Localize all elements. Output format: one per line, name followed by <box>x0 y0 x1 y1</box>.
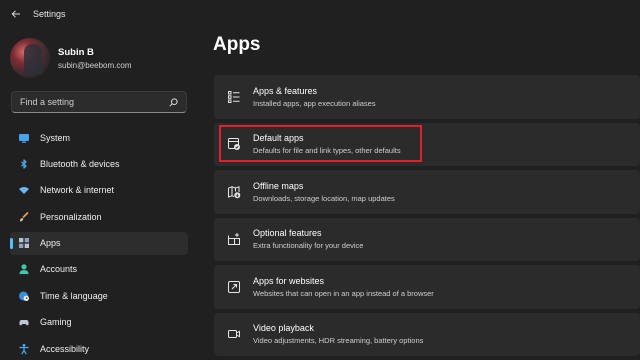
back-arrow-icon <box>11 10 20 18</box>
list-icon <box>226 89 242 105</box>
sidebar-item-accessibility[interactable]: Accessibility <box>10 337 188 360</box>
video-icon <box>226 326 242 342</box>
sidebar-item-bluetooth[interactable]: Bluetooth & devices <box>10 152 188 175</box>
card-title: Default apps <box>253 133 304 144</box>
sidebar-item-personalization[interactable]: Personalization <box>10 205 188 228</box>
monitor-icon <box>18 132 30 144</box>
card-optional-features[interactable]: Optional features Extra functionality fo… <box>214 217 640 261</box>
card-apps-features[interactable]: Apps & features Installed apps, app exec… <box>214 75 640 119</box>
sidebar-item-label: System <box>40 132 71 143</box>
card-subtitle: Defaults for file and link types, other … <box>253 146 401 156</box>
back-button[interactable] <box>2 0 30 28</box>
sidebar-item-apps[interactable]: Apps <box>10 231 188 255</box>
card-text: Default apps Defaults for file and link … <box>253 133 401 155</box>
card-apps-for-websites[interactable]: Apps for websites Websites that can open… <box>214 265 640 309</box>
wifi-icon <box>18 184 30 196</box>
sidebar-item-label: Apps <box>40 238 61 249</box>
card-video-playback[interactable]: Video playback Video adjustments, HDR st… <box>214 312 640 356</box>
sidebar-item-label: Time & language <box>40 290 108 301</box>
sidebar-item-label: Gaming <box>40 317 72 328</box>
sidebar-item-label: Accessibility <box>40 343 90 354</box>
globe-clock-icon <box>18 290 30 302</box>
card-subtitle: Extra functionality for your device <box>253 241 364 251</box>
default-apps-icon <box>226 136 242 152</box>
avatar[interactable] <box>10 38 50 78</box>
sidebar-item-label: Accounts <box>40 264 78 275</box>
sidebar-item-time-language[interactable]: Time & language <box>10 284 188 307</box>
gamepad-icon <box>18 316 30 328</box>
sidebar-item-accounts[interactable]: Accounts <box>10 258 188 281</box>
card-title: Offline maps <box>253 180 304 191</box>
card-text: Apps & features Installed apps, app exec… <box>253 86 376 108</box>
sidebar-item-label: Bluetooth & devices <box>40 158 120 169</box>
search-placeholder[interactable]: Find a setting <box>20 97 74 107</box>
card-subtitle: Websites that can open in an app instead… <box>253 288 434 298</box>
profile-info: Subin B subin@beebom.com <box>58 47 132 70</box>
apps-icon <box>18 237 30 249</box>
card-title: Apps & features <box>253 85 318 96</box>
card-title: Video playback <box>253 323 314 334</box>
sidebar-item-system[interactable]: System <box>10 126 188 149</box>
profile-name: Subin B <box>58 46 94 58</box>
sidebar-item-label: Personalization <box>40 211 102 222</box>
card-default-apps[interactable]: Default apps Defaults for file and link … <box>214 122 640 166</box>
card-offline-maps[interactable]: Offline maps Downloads, storage location… <box>214 170 640 214</box>
search-input[interactable]: Find a setting <box>11 91 187 113</box>
grid-plus-icon <box>226 231 242 247</box>
profile-email: subin@beebom.com <box>58 60 132 70</box>
settings-card-list: Apps & features Installed apps, app exec… <box>214 75 640 360</box>
sidebar-item-gaming[interactable]: Gaming <box>10 311 188 334</box>
brush-icon <box>18 211 30 223</box>
card-title: Optional features <box>253 228 322 239</box>
sidebar-item-network[interactable]: Network & internet <box>10 179 188 202</box>
sidebar-item-label: Network & internet <box>40 185 115 196</box>
map-download-icon <box>226 184 242 200</box>
card-text: Video playback Video adjustments, HDR st… <box>253 323 423 345</box>
window-title: Settings <box>33 9 66 19</box>
person-icon <box>18 263 30 275</box>
card-text: Apps for websites Websites that can open… <box>253 276 434 298</box>
card-subtitle: Downloads, storage location, map updates <box>253 193 395 203</box>
card-subtitle: Installed apps, app execution aliases <box>253 98 376 108</box>
bluetooth-icon <box>18 158 30 170</box>
accessibility-icon <box>18 343 30 355</box>
card-subtitle: Video adjustments, HDR streaming, batter… <box>253 336 424 346</box>
card-text: Optional features Extra functionality fo… <box>253 228 363 250</box>
card-text: Offline maps Downloads, storage location… <box>253 181 395 203</box>
card-title: Apps for websites <box>253 275 325 286</box>
sidebar-nav: System Bluetooth & devices Network & int… <box>10 126 188 360</box>
open-external-icon <box>226 279 242 295</box>
title-bar: Settings <box>0 0 640 28</box>
search-icon[interactable] <box>169 97 178 107</box>
sidebar: Subin B subin@beebom.com Find a setting … <box>0 28 198 360</box>
user-profile[interactable]: Subin B subin@beebom.com <box>10 38 132 78</box>
page-title: Apps <box>213 34 261 55</box>
